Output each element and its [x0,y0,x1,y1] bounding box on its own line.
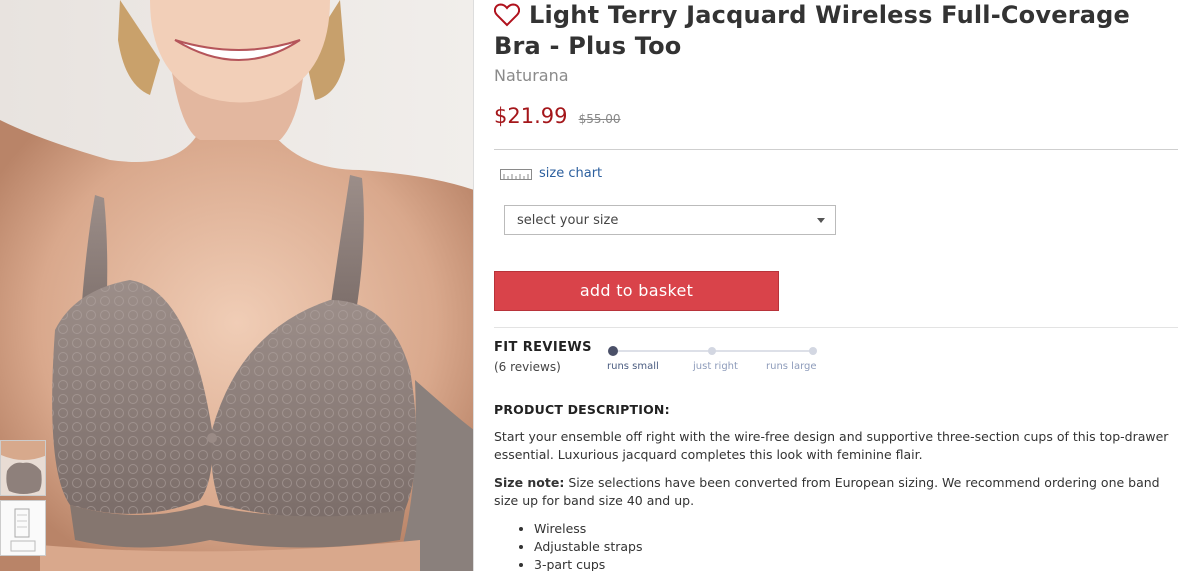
caret-down-icon [817,218,825,223]
description-body: Start your ensemble off right with the w… [494,429,1169,462]
divider [494,149,1178,150]
size-chart-link[interactable]: size chart [500,166,602,181]
size-note-text: Size selections have been converted from… [494,475,1160,508]
size-chart-label: size chart [539,166,603,181]
thumbnail-strip [0,440,48,560]
feature-item: Wireless [534,520,642,538]
product-info: Light Terry Jacquard Wireless Full-Cover… [494,0,1178,571]
fit-reviews-heading: FIT REVIEWS [494,340,592,355]
size-note-label: Size note: [494,475,565,490]
fit-scale: runs small just right runs large [604,344,824,376]
fit-marker-runs-small [608,346,618,356]
description-heading: PRODUCT DESCRIPTION: [494,402,670,417]
add-to-basket-button[interactable]: add to basket [494,271,779,311]
fit-label-runs-large: runs large [766,361,817,372]
product-gallery [0,0,474,571]
size-note: Size note: Size selections have been con… [494,474,1169,510]
fit-label-runs-small: runs small [607,361,659,372]
thumbnail-front[interactable] [0,440,46,496]
divider [494,327,1178,328]
fit-marker-runs-large [809,347,817,355]
feature-list: Wireless Adjustable straps 3-part cups [534,520,642,571]
price-row: $21.99 $55.00 [494,104,621,128]
size-select-dropdown[interactable]: select your size [504,205,836,235]
original-price: $55.00 [578,112,621,126]
product-title: Light Terry Jacquard Wireless Full-Cover… [494,1,1130,60]
thumbnail-size-chart[interactable] [0,500,46,556]
fit-reviews-count[interactable]: (6 reviews) [494,360,561,374]
title-row: Light Terry Jacquard Wireless Full-Cover… [494,0,1178,62]
heart-outline-icon[interactable] [494,3,520,27]
feature-item: 3-part cups [534,556,642,571]
fit-label-just-right: just right [693,361,738,372]
ruler-icon [500,168,532,180]
sale-price: $21.99 [494,104,568,128]
fit-marker-just-right [708,347,716,355]
feature-item: Adjustable straps [534,538,642,556]
size-select-value: select your size [517,213,619,228]
product-main-image[interactable] [0,0,474,571]
brand-name[interactable]: Naturana [494,66,569,85]
